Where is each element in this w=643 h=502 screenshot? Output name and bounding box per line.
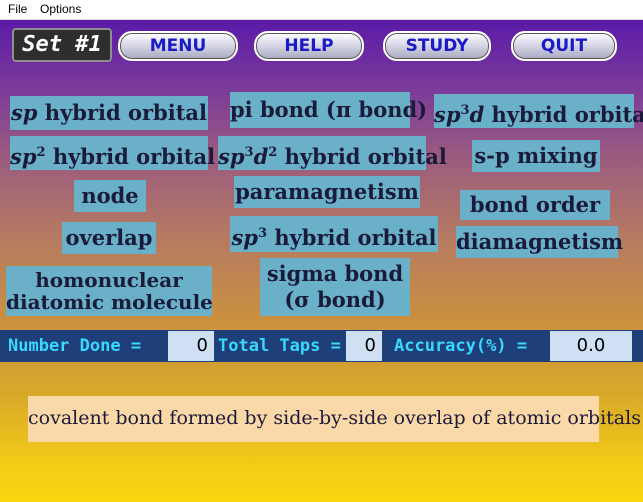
total-taps-value: 0	[346, 331, 382, 361]
help-button[interactable]: HELP	[254, 31, 364, 61]
term-sp3-hybrid-orbital[interactable]: sp3 hybrid orbital	[230, 216, 438, 252]
study-button[interactable]: STUDY	[383, 31, 491, 61]
menu-bar: File Options	[0, 0, 643, 20]
total-taps-label: Total Taps =	[218, 336, 341, 356]
menu-file[interactable]: File	[8, 2, 27, 16]
set-label: Set #1	[12, 28, 112, 62]
definition-prompt: covalent bond formed by side-by-side ove…	[28, 396, 641, 442]
menu-options[interactable]: Options	[40, 2, 81, 16]
term-sp3d2-hybrid-orbital[interactable]: sp3d2 hybrid orbital	[218, 136, 447, 170]
number-done-value: 0	[168, 331, 214, 361]
term-pi-bond[interactable]: pi bond (π bond)	[230, 92, 427, 128]
term-diamagnetism[interactable]: diamagnetism	[456, 226, 623, 258]
term-sigma-bond[interactable]: sigma bond (σ bond)	[260, 258, 410, 316]
term-s-p-mixing[interactable]: s-p mixing	[472, 140, 600, 172]
stats-bar: Number Done = 0 Total Taps = 0 Accuracy(…	[0, 330, 643, 362]
term-paramagnetism[interactable]: paramagnetism	[234, 176, 420, 208]
term-sp3d-hybrid-orbital[interactable]: sp3d hybrid orbital	[434, 94, 643, 128]
quit-button[interactable]: QUIT	[511, 31, 617, 61]
term-sp2-hybrid-orbital[interactable]: sp2 hybrid orbital	[10, 136, 215, 170]
accuracy-value: 0.0	[550, 331, 632, 361]
term-bond-order[interactable]: bond order	[460, 190, 610, 220]
accuracy-label: Accuracy(%) =	[394, 336, 528, 356]
term-overlap[interactable]: overlap	[62, 222, 156, 254]
term-sp-hybrid-orbital[interactable]: sp hybrid orbital	[10, 96, 208, 130]
number-done-label: Number Done =	[8, 336, 142, 356]
menu-button[interactable]: MENU	[118, 31, 238, 61]
term-node[interactable]: node	[74, 180, 146, 212]
term-homonuclear-diatomic-molecule[interactable]: homonuclear diatomic molecule	[6, 266, 213, 316]
